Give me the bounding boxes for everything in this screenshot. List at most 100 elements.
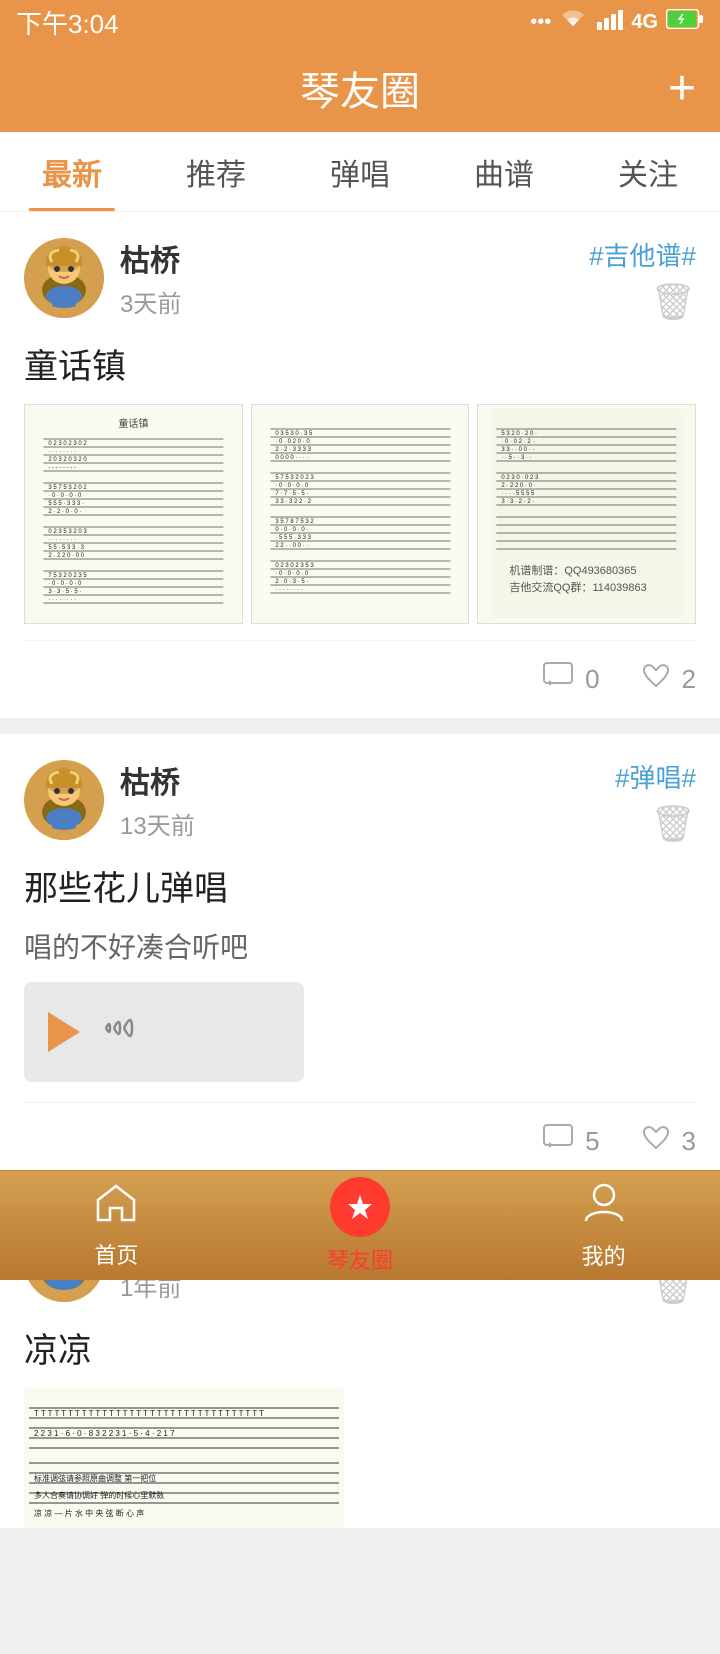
post-2-time: 13天前 [120, 806, 195, 841]
tab-perform[interactable]: 弹唱 [288, 132, 432, 211]
svg-text:0 · 0 · 0 · 0 ·: 0 · 0 · 0 · 0 · [275, 527, 308, 533]
tab-score[interactable]: 曲谱 [432, 132, 576, 211]
nav-mine[interactable]: 我的 [582, 1181, 626, 1271]
post-1-title: 童话镇 [24, 339, 696, 388]
svg-text:· · · · 5 5 5 5: · · · · 5 5 5 5 [502, 491, 536, 497]
status-icons: ••• 4G [530, 8, 704, 36]
post-2-comment-action[interactable]: 5 [543, 1123, 599, 1160]
user-icon [584, 1181, 624, 1233]
post-2-footer: 5 3 [24, 1102, 696, 1180]
svg-text:5 5 5 · 3 3 3 ·: 5 5 5 · 3 3 3 · [48, 501, 84, 507]
svg-text:· · 5 · · 3 · ·: · · 5 · · 3 · · [502, 455, 532, 461]
svg-text:· 0 · 0 2 0 · 0: · 0 · 0 2 0 · 0 [275, 439, 310, 445]
post-2-tag[interactable]: #弹唱# [615, 758, 696, 795]
post-2-comment-count: 5 [585, 1126, 599, 1157]
post-2-username: 枯桥 [120, 758, 195, 802]
svg-text:· 0 · 0 · 0 · 0: · 0 · 0 · 0 · 0 [275, 571, 309, 577]
signal-bars [595, 8, 623, 36]
sheet-image-1[interactable]: 童话镇 [24, 404, 243, 624]
play-button[interactable] [48, 1012, 80, 1052]
sheet-image-3[interactable]: 5 3 2 0 · 2 0 · · 0 · 0 2 · 2 · 3 3 · · … [477, 404, 696, 624]
nav-qinyouquan[interactable]: 琴友圈 [327, 1177, 393, 1275]
post-1-tag[interactable]: #吉他谱# [589, 236, 696, 273]
post-3-title: 凉凉 [24, 1323, 696, 1372]
post-1-comment-count: 0 [585, 664, 599, 695]
svg-text:· 0 · 0 · 0 · 0: · 0 · 0 · 0 · 0 [48, 493, 82, 499]
svg-text:· · · · · · · ·: · · · · · · · · [275, 587, 303, 593]
svg-text:2 2 3 1 · 6 · 0 · 8 3 2 2 3 1: 2 2 3 1 · 6 · 0 · 8 3 2 2 3 1 · 5 · 4 · … [34, 1429, 175, 1438]
svg-text:5 3 2 0 · 2 0 ·: 5 3 2 0 · 2 0 · [502, 431, 538, 437]
battery-icon [666, 9, 704, 35]
post-2-like-count: 3 [682, 1126, 696, 1157]
svg-text:- - - - - - - -: - - - - - - - - [48, 465, 76, 471]
svg-text:多人合奏请协调好 弹的时候心里默数: 多人合奏请协调好 弹的时候心里默数 [34, 1490, 164, 1500]
post-2-desc: 唱的不好凑合听吧 [24, 926, 696, 966]
tab-recommend[interactable]: 推荐 [144, 132, 288, 211]
post-1-delete-button[interactable]: 🗑 [650, 281, 696, 323]
nav-qinyouquan-label: 琴友圈 [327, 1243, 393, 1275]
svg-text:0 3 5 3 0 · 3 5: 0 3 5 3 0 · 3 5 [275, 431, 313, 437]
wifi-icon [559, 8, 587, 36]
post-2-title: 那些花儿弹唱 [24, 861, 696, 910]
svg-text:2 0 3 2 0 3 2 0: 2 0 3 2 0 3 2 0 [48, 457, 87, 463]
bottom-nav: 首页 琴友圈 我的 [0, 1170, 720, 1280]
svg-text:3 · 3 · 5 · 5 ·: 3 · 3 · 5 · 5 · [48, 589, 81, 595]
svg-text:5 5 · 5 3 3 · 3: 5 5 · 5 3 3 · 3 [48, 545, 84, 551]
sheet-image-2[interactable]: 0 3 5 3 0 · 3 5 · 0 · 0 2 0 · 0 2 · 2 · … [251, 404, 470, 624]
post-2-header: 枯桥 13天前 #弹唱# 🗑 [24, 758, 696, 845]
svg-text:2 · 2 2 0 · 0 0: 2 · 2 2 0 · 0 0 [48, 553, 84, 559]
post-1-images: 童话镇 [24, 404, 696, 624]
sound-wave-icon [96, 1010, 136, 1054]
svg-text:0 2 3 5 3 2 0 3: 0 2 3 5 3 2 0 3 [48, 529, 87, 535]
svg-text:0 0 0 0 · · · ·: 0 0 0 0 · · · · [275, 455, 308, 461]
like-icon-2 [640, 1123, 672, 1160]
svg-text:· · · · · · · ·: · · · · · · · · [48, 597, 76, 603]
header: 琴友圈 + [0, 44, 720, 132]
nav-home[interactable]: 首页 [94, 1182, 138, 1270]
svg-text:3 5 7 5 3 2 0 2: 3 5 7 5 3 2 0 2 [48, 485, 87, 491]
post-2-delete-button[interactable]: 🗑 [650, 803, 696, 845]
tab-follow[interactable]: 关注 [576, 132, 720, 211]
like-icon [640, 661, 672, 698]
post-1-comment-action[interactable]: 0 [543, 661, 599, 698]
feed: 枯桥 3天前 #吉他谱# 🗑 童话镇 童话镇 [0, 212, 720, 1654]
svg-text:2 · 2 2 0 · 0 ·: 2 · 2 2 0 · 0 · [502, 483, 536, 489]
status-time: 下午3:04 [16, 4, 119, 41]
post-1: 枯桥 3天前 #吉他谱# 🗑 童话镇 童话镇 [0, 212, 720, 718]
svg-text:凉 凉 — 片 水 中 央 弦 断 心 声: 凉 凉 — 片 水 中 央 弦 断 心 声 [34, 1508, 144, 1518]
svg-text:· · · · · · · ·: · · · · · · · · [48, 449, 76, 455]
svg-text:7 · 7 · 5 · 5 ·: 7 · 7 · 5 · 5 · [275, 491, 308, 497]
post-2: 枯桥 13天前 #弹唱# 🗑 那些花儿弹唱 唱的不好凑合听吧 [0, 734, 720, 1180]
network-type: 4G [631, 11, 658, 34]
svg-text:· · · · · · · ·: · · · · · · · · [48, 537, 76, 543]
qinyouquan-icon [330, 1177, 390, 1237]
nav-mine-label: 我的 [582, 1239, 626, 1271]
svg-text:标准调弦请参照原曲调整 第一把位: 标准调弦请参照原曲调整 第一把位 [34, 1473, 156, 1483]
svg-text:吉他交流QQ群：114039863: 吉他交流QQ群：114039863 [510, 580, 647, 594]
svg-text:3 3 · 3 2 2 · 2: 3 3 · 3 2 2 · 2 [275, 499, 311, 505]
audio-player[interactable] [24, 982, 304, 1082]
svg-text:2 · 2 · 3 3 3 3: 2 · 2 · 3 3 3 3 [275, 447, 311, 453]
svg-text:2 2 · · 0 0 · ·: 2 2 · · 0 0 · · [275, 543, 308, 549]
post-1-username: 枯桥 [120, 236, 181, 280]
post-3-image-preview[interactable]: T T T T T T T T T T T T T T T T T T T T … [24, 1388, 344, 1528]
post-1-like-action[interactable]: 2 [640, 661, 696, 698]
post-1-footer: 0 2 [24, 640, 696, 718]
svg-text:T T T T T T T T T T T T T T T: T T T T T T T T T T T T T T T T T T T T … [34, 1409, 264, 1418]
svg-text:3 · 3 · 2 · 2 ·: 3 · 3 · 2 · 2 · [502, 499, 535, 505]
svg-text:3 5 7 8 7 5 3 2: 3 5 7 8 7 5 3 2 [275, 519, 314, 525]
home-icon [94, 1182, 138, 1232]
post-1-header: 枯桥 3天前 #吉他谱# 🗑 [24, 236, 696, 323]
header-title: 琴友圈 [300, 59, 420, 117]
post-2-like-action[interactable]: 3 [640, 1123, 696, 1160]
svg-text:· 5 5 5 · 3 3 3: · 5 5 5 · 3 3 3 [275, 535, 311, 541]
comment-icon [543, 661, 575, 698]
svg-text:· 0 · 0 2 · 2 ·: · 0 · 0 2 · 2 · [502, 439, 535, 445]
add-post-button[interactable]: + [668, 61, 696, 116]
post-1-like-count: 2 [682, 664, 696, 695]
tabs-bar: 最新 推荐 弹唱 曲谱 关注 [0, 132, 720, 212]
tab-latest[interactable]: 最新 [0, 132, 144, 211]
svg-text:2 · 0 · 3 · 5 ·: 2 · 0 · 3 · 5 · [275, 579, 308, 585]
post-2-avatar[interactable] [24, 760, 104, 840]
post-1-avatar[interactable] [24, 238, 104, 318]
